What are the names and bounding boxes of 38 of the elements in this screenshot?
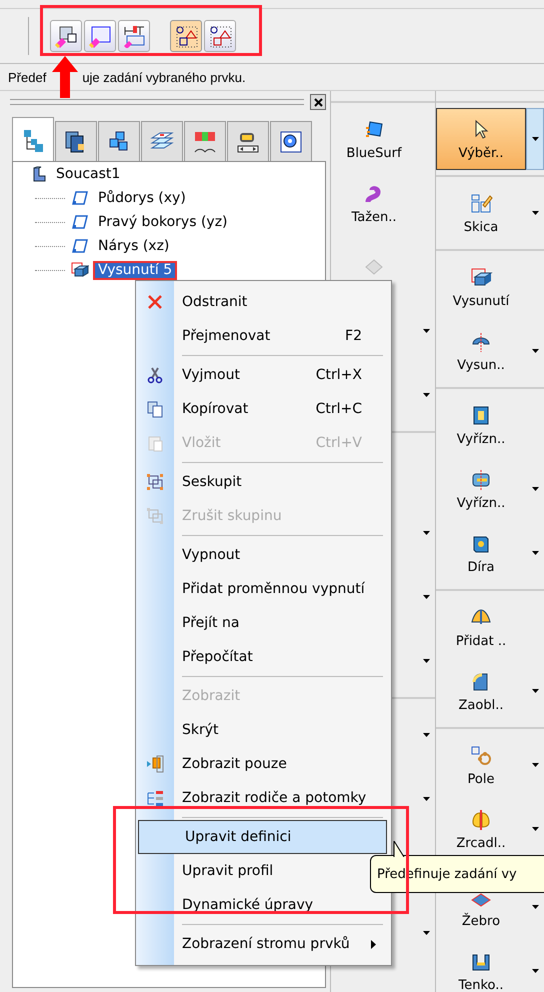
menu-item[interactable]: Zobrazit rodiče a potomky [136, 781, 388, 815]
tool-button[interactable]: Pole [436, 734, 526, 796]
tree-item[interactable]: Půdorys (xy) [95, 190, 189, 206]
menu-item[interactable]: Zobrazení stromu prvků [136, 927, 388, 961]
menu-item[interactable]: Seskupit [136, 465, 388, 499]
tool-button[interactable]: Přidat .. [436, 596, 526, 658]
tool-button[interactable]: Výběr.. [436, 108, 526, 170]
status-text: uje zadání vybraného prvku. [82, 70, 246, 84]
shortcut-text: Ctrl+X [316, 367, 362, 383]
menu-item[interactable]: Přejmenovat F2 [136, 319, 388, 353]
menu-item[interactable]: Skrýt [136, 713, 388, 747]
menu-item[interactable]: Přidat proměnnou vypnutí [136, 572, 388, 606]
menu-item[interactable]: Přepočítat [136, 640, 388, 674]
tree-item[interactable]: Nárys (xz) [95, 238, 172, 254]
status-text: Předef [8, 70, 46, 84]
tool-button[interactable]: Tenko.. [436, 940, 526, 992]
shortcut-text: Ctrl+V [316, 435, 362, 451]
tree-item[interactable]: Vysunutí 5 [95, 262, 176, 278]
tool-button[interactable]: Zaobl.. [436, 660, 526, 722]
tool-button[interactable]: BlueSurf [331, 108, 417, 170]
menu-item[interactable]: Vypnout [136, 538, 388, 572]
menu-item[interactable]: Vyjmout Ctrl+X [136, 358, 388, 392]
shortcut-text: F2 [345, 328, 362, 344]
menu-item[interactable]: Upravit definici [138, 820, 387, 854]
tree-item[interactable]: Soucast1 [53, 166, 124, 182]
menu-item[interactable]: Odstranit [136, 285, 388, 319]
tool-button[interactable]: Vysun.. [436, 320, 526, 382]
tool-button[interactable]: Vyřízn.. [436, 458, 526, 520]
tool-button[interactable]: Tažen.. [331, 172, 417, 234]
tool-button[interactable]: Díra [436, 522, 526, 584]
tool-button[interactable]: Vyřízn.. [436, 394, 526, 456]
tool-button[interactable]: Vysunutí [436, 256, 526, 318]
menu-item[interactable]: Zobrazit pouze [136, 747, 388, 781]
menu-item[interactable]: Přejít na [136, 606, 388, 640]
tool-button[interactable]: Skica [436, 182, 526, 244]
shortcut-text: Ctrl+C [316, 401, 362, 417]
tree-item[interactable]: Pravý bokorys (yz) [95, 214, 231, 230]
menu-item[interactable]: Kopírovat Ctrl+C [136, 392, 388, 426]
